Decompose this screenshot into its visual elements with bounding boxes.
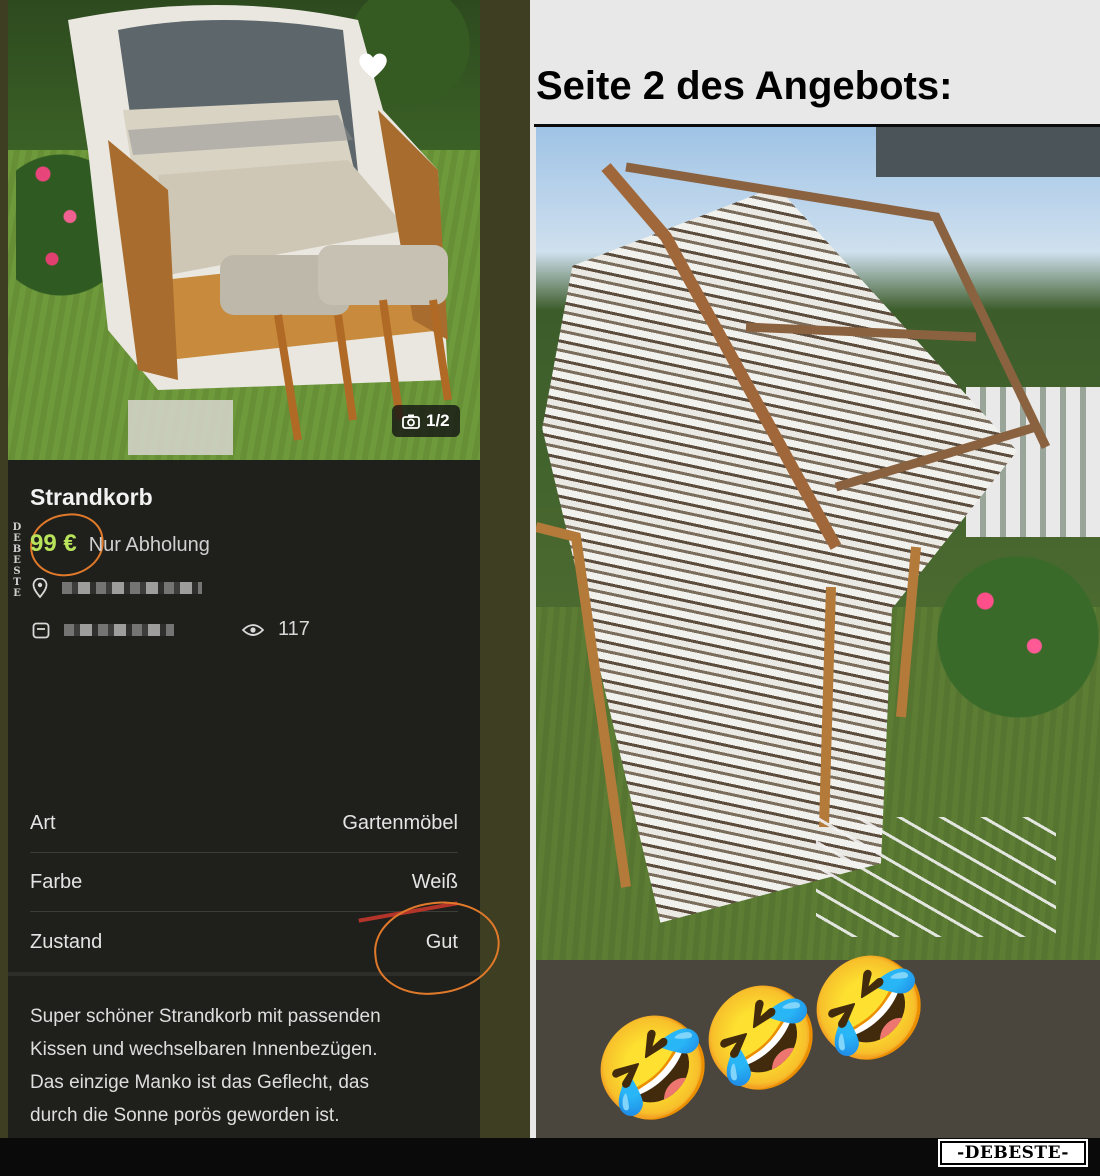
bottom-strip <box>0 1138 1100 1176</box>
price-row: 99 € Nur Abholung <box>30 530 210 558</box>
listing-photo[interactable]: 1/2 <box>8 0 480 460</box>
camera-icon <box>402 414 420 429</box>
rofl-emoji: 🤣 <box>592 1012 715 1126</box>
attribute-value: Weiß <box>411 871 458 893</box>
photo-counter[interactable]: 1/2 <box>392 405 460 437</box>
attribute-label: Zustand <box>30 930 103 953</box>
listing-title: Strandkorb <box>30 484 153 510</box>
description-line: durch die Sonne porös geworden ist. <box>30 1105 340 1126</box>
attribute-label: Farbe <box>30 871 83 893</box>
photo-counter-text: 1/2 <box>426 411 450 430</box>
attribute-label: Art <box>30 812 56 834</box>
pickup-label: Nur Abholung <box>88 534 210 556</box>
debeste-watermark: -DEBESTE- <box>938 1139 1088 1167</box>
location-pin-icon <box>32 578 48 598</box>
attribute-art: Art Gartenmöbel <box>30 795 458 853</box>
heart-icon[interactable] <box>358 52 388 80</box>
price: 99 € <box>30 530 77 557</box>
attribute-value: Gartenmöbel <box>342 812 458 834</box>
page2-headline: Seite 2 des Angebots: <box>536 64 953 108</box>
calendar-icon <box>32 622 50 638</box>
view-count: 117 <box>278 618 310 640</box>
emoji-strip: 🤣 🤣 🤣 <box>536 960 1100 1138</box>
blurred-location <box>62 582 202 594</box>
description-line: Kissen und wechselbaren Innenbezügen. <box>30 1039 378 1060</box>
photo2-loose-strips <box>816 817 1056 937</box>
location-row <box>32 578 202 598</box>
blurred-date <box>64 623 174 636</box>
broken-chair-photo <box>536 127 1100 960</box>
rofl-emoji: 🤣 <box>808 952 931 1066</box>
description-line: Super schöner Strandkorb mit passenden <box>30 1006 381 1027</box>
description-line: Das einzige Manko ist das Geflecht, das <box>30 1072 370 1093</box>
attribute-farbe: Farbe Weiß <box>30 854 458 912</box>
beach-chair-illustration <box>68 5 452 455</box>
date-views-row: 117 <box>32 618 310 641</box>
rofl-emoji: 🤣 <box>700 982 823 1096</box>
vertical-watermark: DEBESTE <box>12 522 22 599</box>
listing-description: Super schöner Strandkorb mit passenden K… <box>30 1000 460 1132</box>
eye-icon <box>242 623 264 636</box>
